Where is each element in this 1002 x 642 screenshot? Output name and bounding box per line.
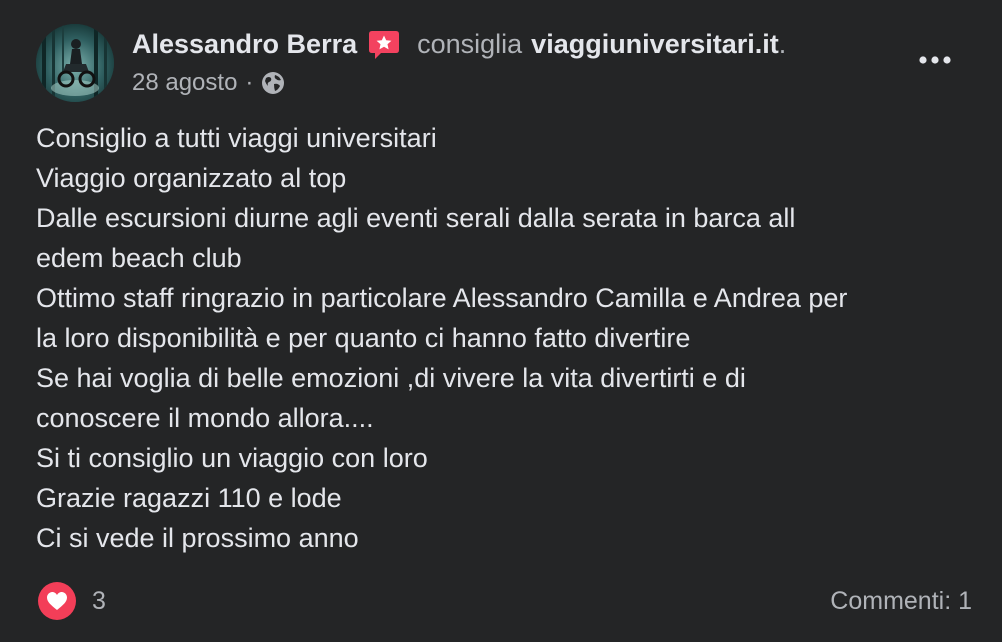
- post-line: Ci si vede il prossimo anno: [36, 523, 359, 553]
- more-options-button[interactable]: [912, 44, 958, 76]
- reaction-count: 3: [92, 586, 106, 615]
- post-line: edem beach club: [36, 243, 242, 273]
- post-header: Alessandro Berra consiglia viaggiunivers…: [132, 24, 786, 64]
- post-line: Ottimo staff ringrazio in particolare Al…: [36, 283, 848, 313]
- comments-count-link[interactable]: Commenti: 1: [830, 582, 972, 620]
- post-line: Viaggio organizzato al top: [36, 163, 347, 193]
- reactions-summary[interactable]: 3: [38, 582, 106, 620]
- globe-icon[interactable]: [261, 71, 285, 95]
- avatar-photo: [36, 24, 114, 102]
- post-body: Consiglio a tutti viaggi universitari Vi…: [36, 118, 986, 558]
- post-line: la loro disponibilità e per quanto ci ha…: [36, 323, 691, 353]
- post-date[interactable]: 28 agosto: [132, 69, 237, 97]
- post-meta: 28 agosto ·: [132, 66, 285, 100]
- post-line: Grazie ragazzi 110 e lode: [36, 483, 342, 513]
- more-options-icon: [919, 56, 951, 64]
- heart-reaction-icon: [38, 582, 76, 620]
- recommended-page-link[interactable]: viaggiuniversitari.it: [531, 29, 779, 60]
- post-line: Si ti consiglio un viaggio con loro: [36, 443, 428, 473]
- post-line: Dalle escursioni diurne agli eventi sera…: [36, 203, 796, 233]
- avatar[interactable]: [36, 24, 114, 102]
- post-line: Se hai voglia di belle emozioni ,di vive…: [36, 363, 746, 393]
- meta-separator: ·: [245, 69, 254, 96]
- page-suffix: .: [778, 28, 787, 59]
- star-recommend-icon: [367, 28, 401, 62]
- action-verb: consiglia: [417, 28, 523, 59]
- author-name[interactable]: Alessandro Berra: [132, 29, 357, 60]
- post-card: Alessandro Berra consiglia viaggiunivers…: [0, 0, 1002, 642]
- post-line: Consiglio a tutti viaggi universitari: [36, 123, 437, 153]
- post-line: conoscere il mondo allora....: [36, 403, 374, 433]
